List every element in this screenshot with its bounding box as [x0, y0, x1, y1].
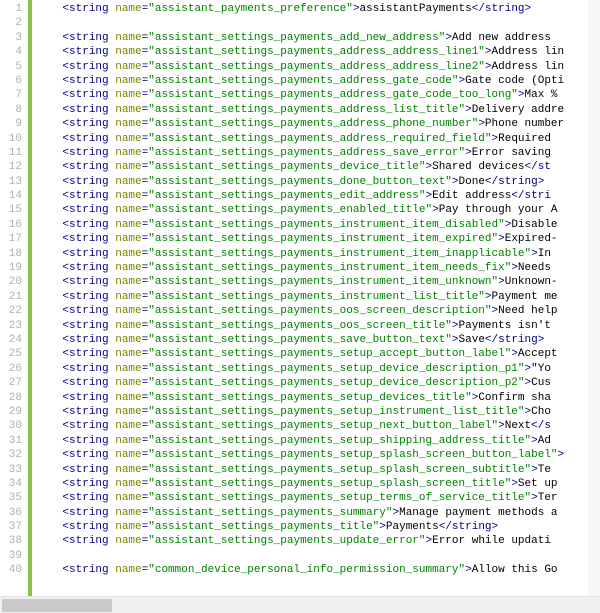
- code-line[interactable]: <string name="assistant_settings_payment…: [36, 477, 600, 491]
- line-number: 4: [4, 45, 22, 59]
- line-number-gutter: 1234567891011121314151617181920212223242…: [0, 0, 28, 596]
- line-number: 1: [4, 2, 22, 16]
- code-line[interactable]: <string name="assistant_settings_payment…: [36, 347, 600, 361]
- code-line[interactable]: <string name="assistant_settings_payment…: [36, 203, 600, 217]
- code-line[interactable]: <string name="assistant_payments_prefere…: [36, 2, 600, 16]
- line-number: 14: [4, 189, 22, 203]
- code-line[interactable]: <string name="assistant_settings_payment…: [36, 45, 600, 59]
- code-line[interactable]: <string name="assistant_settings_payment…: [36, 434, 600, 448]
- line-number: 39: [4, 549, 22, 563]
- horizontal-scrollbar-thumb[interactable]: [2, 599, 112, 612]
- line-number: 27: [4, 376, 22, 390]
- line-number: 5: [4, 60, 22, 74]
- line-number: 33: [4, 463, 22, 477]
- line-number: 22: [4, 304, 22, 318]
- code-line[interactable]: <string name="assistant_settings_payment…: [36, 463, 600, 477]
- code-line[interactable]: <string name="assistant_settings_payment…: [36, 132, 600, 146]
- line-number: 25: [4, 347, 22, 361]
- code-line[interactable]: <string name="assistant_settings_payment…: [36, 405, 600, 419]
- code-line[interactable]: <string name="assistant_settings_payment…: [36, 419, 600, 433]
- line-number: 6: [4, 74, 22, 88]
- line-number: 18: [4, 247, 22, 261]
- code-line[interactable]: <string name="assistant_settings_payment…: [36, 333, 600, 347]
- code-line[interactable]: <string name="assistant_settings_payment…: [36, 31, 600, 45]
- line-number: 13: [4, 175, 22, 189]
- code-line[interactable]: <string name="assistant_settings_payment…: [36, 506, 600, 520]
- line-number: 15: [4, 203, 22, 217]
- line-number: 12: [4, 160, 22, 174]
- code-line[interactable]: <string name="common_device_personal_inf…: [36, 563, 600, 577]
- line-number: 17: [4, 232, 22, 246]
- line-number: 36: [4, 506, 22, 520]
- line-number: 31: [4, 434, 22, 448]
- code-line[interactable]: <string name="assistant_settings_payment…: [36, 534, 600, 548]
- code-line[interactable]: <string name="assistant_settings_payment…: [36, 60, 600, 74]
- code-line[interactable]: <string name="assistant_settings_payment…: [36, 117, 600, 131]
- line-number: 34: [4, 477, 22, 491]
- code-line[interactable]: <string name="assistant_settings_payment…: [36, 146, 600, 160]
- line-number: 28: [4, 391, 22, 405]
- code-line[interactable]: <string name="assistant_settings_payment…: [36, 232, 600, 246]
- line-number: 3: [4, 31, 22, 45]
- horizontal-scrollbar[interactable]: [0, 596, 600, 613]
- vertical-scrollbar[interactable]: [588, 0, 600, 596]
- line-number: 19: [4, 261, 22, 275]
- code-line[interactable]: <string name="assistant_settings_payment…: [36, 362, 600, 376]
- code-line[interactable]: <string name="assistant_settings_payment…: [36, 520, 600, 534]
- code-line[interactable]: <string name="assistant_settings_payment…: [36, 391, 600, 405]
- code-line[interactable]: [36, 549, 600, 563]
- code-line[interactable]: <string name="assistant_settings_payment…: [36, 189, 600, 203]
- code-line[interactable]: <string name="assistant_settings_payment…: [36, 319, 600, 333]
- line-number: 20: [4, 275, 22, 289]
- line-number: 38: [4, 534, 22, 548]
- code-line[interactable]: <string name="assistant_settings_payment…: [36, 160, 600, 174]
- code-line[interactable]: <string name="assistant_settings_payment…: [36, 74, 600, 88]
- change-marker-bar: [28, 0, 32, 596]
- line-number: 11: [4, 146, 22, 160]
- line-number: 37: [4, 520, 22, 534]
- line-number: 26: [4, 362, 22, 376]
- line-number: 35: [4, 491, 22, 505]
- code-line[interactable]: <string name="assistant_settings_payment…: [36, 247, 600, 261]
- line-number: 2: [4, 16, 22, 30]
- line-number: 21: [4, 290, 22, 304]
- code-line[interactable]: [36, 16, 600, 30]
- line-number: 32: [4, 448, 22, 462]
- code-line[interactable]: <string name="assistant_settings_payment…: [36, 218, 600, 232]
- line-number: 8: [4, 103, 22, 117]
- code-editor: 1234567891011121314151617181920212223242…: [0, 0, 600, 613]
- line-number: 30: [4, 419, 22, 433]
- code-line[interactable]: <string name="assistant_settings_payment…: [36, 491, 600, 505]
- code-area: 1234567891011121314151617181920212223242…: [0, 0, 600, 596]
- code-line[interactable]: <string name="assistant_settings_payment…: [36, 275, 600, 289]
- code-content[interactable]: <string name="assistant_payments_prefere…: [36, 0, 600, 596]
- code-line[interactable]: <string name="assistant_settings_payment…: [36, 175, 600, 189]
- code-line[interactable]: <string name="assistant_settings_payment…: [36, 261, 600, 275]
- line-number: 9: [4, 117, 22, 131]
- code-line[interactable]: <string name="assistant_settings_payment…: [36, 448, 600, 462]
- line-number: 24: [4, 333, 22, 347]
- code-line[interactable]: <string name="assistant_settings_payment…: [36, 88, 600, 102]
- line-number: 7: [4, 88, 22, 102]
- line-number: 40: [4, 563, 22, 577]
- line-number: 16: [4, 218, 22, 232]
- line-number: 23: [4, 319, 22, 333]
- code-line[interactable]: <string name="assistant_settings_payment…: [36, 103, 600, 117]
- code-line[interactable]: <string name="assistant_settings_payment…: [36, 304, 600, 318]
- line-number: 10: [4, 132, 22, 146]
- code-line[interactable]: <string name="assistant_settings_payment…: [36, 376, 600, 390]
- line-number: 29: [4, 405, 22, 419]
- code-line[interactable]: <string name="assistant_settings_payment…: [36, 290, 600, 304]
